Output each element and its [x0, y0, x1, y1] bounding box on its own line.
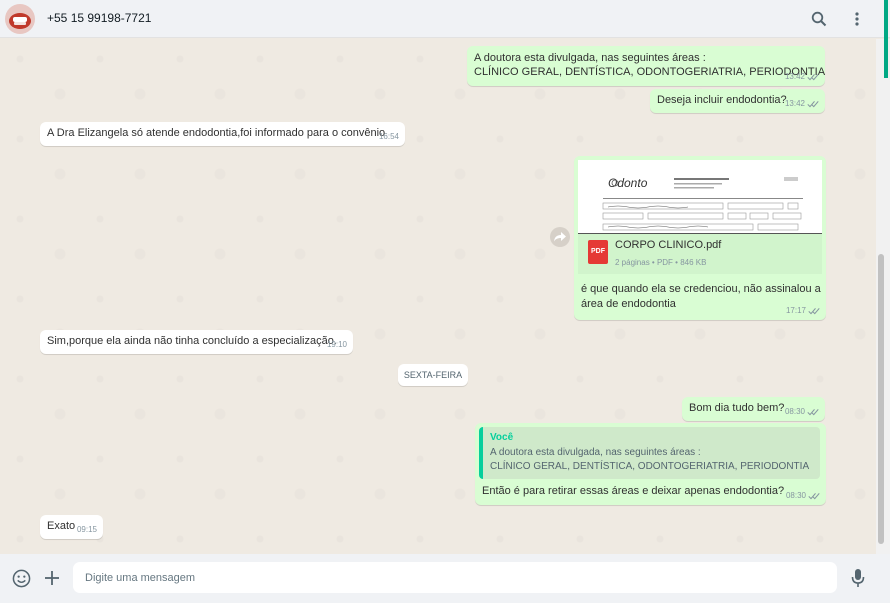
double-check-icon: [808, 492, 820, 499]
message-input[interactable]: [73, 562, 837, 593]
message-text: Bom dia tudo bem?: [689, 402, 785, 414]
message-text: A Dra Elizangela só atende endodontia,fo…: [47, 127, 386, 139]
message-outgoing[interactable]: Bom dia tudo bem? 08:30: [682, 397, 825, 421]
message-meta: 08:30: [786, 488, 820, 503]
message-incoming[interactable]: Exato 09:15: [40, 515, 103, 539]
microphone-icon[interactable]: [847, 567, 869, 589]
document-info: 2 páginas • PDF • 846 KB: [615, 258, 707, 267]
document-name: CORPO CLINICO.pdf: [615, 239, 722, 251]
message-time: 13:42: [784, 99, 805, 108]
double-check-icon: [807, 73, 819, 80]
message-text: Sim,porque ela ainda não tinha concluído…: [47, 335, 337, 347]
scroll-accent-bar: [884, 0, 888, 78]
emoji-icon[interactable]: [10, 567, 32, 589]
message-text: Então é para retirar essas áreas e deixa…: [482, 485, 785, 497]
scrollbar-thumb[interactable]: [878, 254, 884, 544]
document-card[interactable]: PDF CORPO CLINICO.pdf 2 páginas • PDF • …: [578, 234, 822, 274]
message-text: Deseja incluir endodontia?: [657, 94, 787, 106]
forward-button[interactable]: [550, 227, 570, 247]
chat-scrollbar[interactable]: [876, 39, 890, 554]
message-text: área de endodontia: [581, 298, 676, 310]
message-outgoing-reply[interactable]: Você A doutora esta divulgada, nas segui…: [475, 423, 826, 505]
quoted-text: A doutora esta divulgada, nas seguintes …: [490, 446, 809, 474]
message-time: 08:30: [784, 407, 805, 416]
message-text: é que quando ela se credenciou, não assi…: [581, 283, 821, 295]
message-text: CLÍNICO GERAL, DENTÍSTICA, ODONTOGERIATR…: [474, 66, 826, 78]
message-time: 16:54: [378, 132, 399, 141]
message-meta: 13:42: [785, 96, 819, 111]
message-outgoing[interactable]: A doutora esta divulgada, nas seguintes …: [467, 46, 825, 86]
message-meta: 13:42: [785, 69, 819, 84]
message-meta: 09:15: [77, 522, 97, 537]
day-separator: SEXTA-FEIRA: [398, 364, 468, 386]
menu-kebab-icon[interactable]: [847, 9, 867, 29]
attach-plus-icon[interactable]: [41, 567, 63, 589]
quoted-text-line: A doutora esta divulgada, nas seguintes …: [490, 447, 701, 458]
message-time: 17:17: [785, 306, 806, 315]
contact-name[interactable]: +55 15 99198-7721: [47, 11, 151, 25]
composer-bar: [0, 554, 890, 603]
quoted-text-line: CLÍNICO GERAL, DENTÍSTICA, ODONTOGERIATR…: [490, 461, 810, 472]
message-time: 08:30: [785, 491, 806, 500]
forward-arrow-icon: [554, 232, 566, 242]
document-preview-brand: Odonto: [608, 176, 648, 190]
message-meta: 16:54: [379, 129, 399, 144]
double-check-icon: [808, 307, 820, 314]
avatar[interactable]: [5, 4, 35, 34]
quoted-author: Você: [490, 432, 514, 443]
message-time: 09:15: [76, 525, 97, 534]
message-meta: 17:17: [786, 303, 820, 318]
message-meta: 08:30: [785, 404, 819, 419]
message-incoming[interactable]: A Dra Elizangela só atende endodontia,fo…: [40, 122, 405, 146]
message-meta: 19:10: [327, 337, 347, 352]
message-outgoing[interactable]: Deseja incluir endodontia? 13:42: [650, 89, 825, 113]
double-check-icon: [807, 408, 819, 415]
message-list[interactable]: A doutora esta divulgada, nas seguintes …: [0, 39, 876, 554]
message-text: A doutora esta divulgada, nas seguintes …: [474, 52, 706, 64]
message-time: 19:10: [326, 340, 347, 349]
message-outgoing-document[interactable]: Odonto PDF CORPO CLINICO.pdf 2 páginas •…: [574, 156, 826, 320]
quoted-message[interactable]: Você A doutora esta divulgada, nas segui…: [479, 427, 820, 479]
search-icon[interactable]: [809, 9, 829, 29]
message-incoming[interactable]: Sim,porque ela ainda não tinha concluído…: [40, 330, 353, 354]
message-text: Exato: [47, 520, 76, 532]
pdf-file-icon: PDF: [588, 240, 608, 264]
message-time: 13:42: [784, 72, 805, 81]
document-preview[interactable]: Odonto: [578, 160, 822, 234]
double-check-icon: [807, 100, 819, 107]
chat-header: +55 15 99198-7721: [0, 0, 890, 38]
